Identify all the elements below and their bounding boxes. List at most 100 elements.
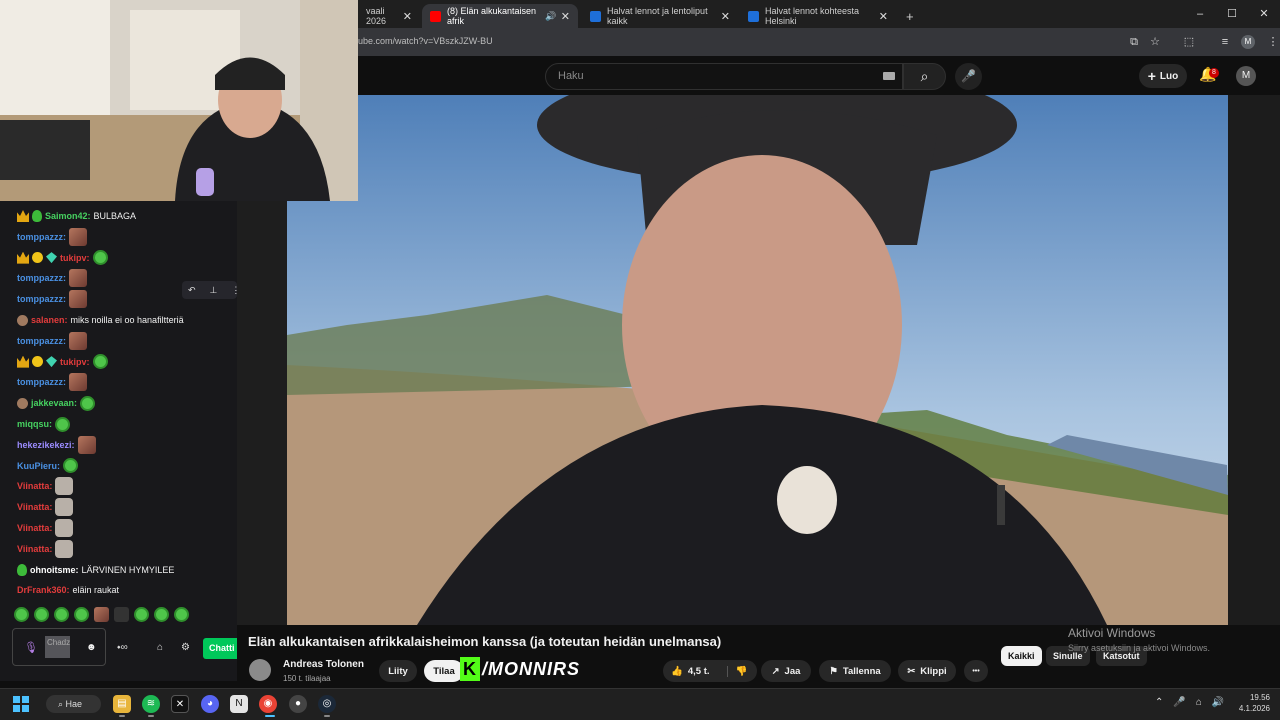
- thumbs-up-icon[interactable]: 👍: [671, 666, 683, 677]
- chat-input-field[interactable]: Chadz: [45, 636, 70, 658]
- pin-icon[interactable]: ⊥: [210, 281, 218, 299]
- running-indicator: [119, 715, 125, 717]
- webcam-overlay: [0, 0, 358, 201]
- media-app-icon[interactable]: ●: [289, 695, 307, 713]
- emote-icon[interactable]: [34, 607, 49, 622]
- chat-username[interactable]: tomppazzz:: [17, 336, 66, 346]
- new-tab-button[interactable]: +: [898, 4, 918, 28]
- more-icon[interactable]: ⋮: [231, 281, 240, 299]
- shop-icon[interactable]: ⌂: [157, 642, 163, 653]
- chat-username[interactable]: miqqsu:: [17, 419, 52, 429]
- subscribe-button[interactable]: Tilaa: [424, 660, 464, 682]
- emote-icon[interactable]: [174, 607, 189, 622]
- join-button[interactable]: Liity: [379, 660, 417, 682]
- points-icon[interactable]: ⬩∞: [117, 642, 128, 653]
- emote-icon[interactable]: [114, 607, 129, 622]
- chat-username[interactable]: Viinatta:: [17, 523, 52, 533]
- bookmark-star-icon[interactable]: ☆: [1147, 34, 1163, 50]
- install-app-icon[interactable]: ⧉: [1126, 34, 1142, 50]
- chat-username[interactable]: KuuPieru:: [17, 461, 60, 471]
- close-window-button[interactable]: ✕: [1248, 0, 1280, 28]
- speaker-icon[interactable]: 🔊: [545, 11, 556, 22]
- tab-close-icon[interactable]: ✕: [879, 10, 888, 23]
- discord-icon[interactable]: ◕: [201, 695, 219, 713]
- capcut-icon[interactable]: ✕: [171, 695, 189, 713]
- browser-menu-icon[interactable]: ⋮: [1265, 34, 1280, 50]
- like-count[interactable]: 4,5 t.: [688, 666, 710, 677]
- clip-button[interactable]: ✂ Klippi: [898, 660, 956, 682]
- chat-username[interactable]: tukipv:: [60, 253, 90, 263]
- search-input[interactable]: Haku: [545, 63, 903, 90]
- file-explorer-icon[interactable]: ▤: [113, 695, 131, 713]
- browser-profile-avatar[interactable]: M: [1241, 35, 1255, 49]
- windows-activation-subtitle: Siirry asetuksiin ja aktivoi Windows.: [1068, 643, 1211, 653]
- chat-message: salanen: miks noilla ei oo hanafiltteriä: [17, 312, 184, 328]
- chat-emote-icon: [69, 373, 87, 392]
- chat-username[interactable]: Viinatta:: [17, 544, 52, 554]
- emote-icon[interactable]: [74, 607, 89, 622]
- chat-username[interactable]: tomppazzz:: [17, 273, 66, 283]
- more-actions-button[interactable]: •••: [964, 660, 988, 682]
- chat-username[interactable]: jakkevaan:: [31, 398, 77, 408]
- windows-start-icon[interactable]: [13, 696, 29, 712]
- search-button[interactable]: ⌕: [903, 63, 946, 90]
- volume-icon[interactable]: 🔊: [1212, 697, 1224, 708]
- emoji-icon[interactable]: ☻: [86, 642, 97, 653]
- video-player[interactable]: [287, 95, 1228, 625]
- taskbar-search[interactable]: ⌕ Hae: [46, 695, 101, 713]
- stream-overlay-brand: K /MONNIRS: [460, 656, 580, 682]
- emote-icon[interactable]: [94, 607, 109, 622]
- voice-search-button[interactable]: 🎤: [955, 63, 982, 90]
- browser-tab[interactable]: Halvat lennot ja lentoliput kaikk ✕: [582, 4, 738, 28]
- chat-username[interactable]: tomppazzz:: [17, 377, 66, 387]
- reply-icon[interactable]: ↶: [188, 281, 196, 299]
- channel-avatar[interactable]: [249, 659, 271, 681]
- browser-tab-active[interactable]: (8) Elän alkukantaisen afrik 🔊 ✕: [422, 4, 578, 28]
- browser-tab[interactable]: vaali 2026 ✕: [358, 4, 420, 28]
- chat-username[interactable]: salanen:: [31, 315, 68, 325]
- emote-icon[interactable]: [134, 607, 149, 622]
- spotify-icon[interactable]: ≋: [142, 695, 160, 713]
- chat-username[interactable]: Viinatta:: [17, 502, 52, 512]
- chip-all[interactable]: Kaikki: [1001, 646, 1042, 666]
- steam-icon[interactable]: ◎: [318, 695, 336, 713]
- chat-username[interactable]: hekezikekezi:: [17, 440, 75, 450]
- tab-close-icon[interactable]: ✕: [721, 10, 730, 23]
- chat-send-button[interactable]: Chatti: [203, 638, 237, 659]
- emote-icon[interactable]: [154, 607, 169, 622]
- microphone-icon[interactable]: 🎙: [24, 641, 38, 654]
- url-field[interactable]: ube.com/watch?v=VBszkJZW-BU: [358, 36, 493, 46]
- chat-username[interactable]: tukipv:: [60, 357, 90, 367]
- chat-username[interactable]: tomppazzz:: [17, 232, 66, 242]
- maximize-button[interactable]: ☐: [1216, 0, 1248, 28]
- emote-icon[interactable]: [14, 607, 29, 622]
- extensions-icon[interactable]: ⬚: [1181, 34, 1197, 50]
- chat-username[interactable]: tomppazzz:: [17, 294, 66, 304]
- tab-close-icon[interactable]: ✕: [403, 10, 412, 23]
- channel-name[interactable]: Andreas Tolonen: [283, 659, 364, 670]
- chevron-up-icon[interactable]: ⌃: [1155, 697, 1163, 708]
- chat-username[interactable]: Viinatta:: [17, 481, 52, 491]
- reading-list-icon[interactable]: ≡: [1217, 34, 1233, 50]
- tab-close-icon[interactable]: ✕: [561, 10, 570, 23]
- chat-username[interactable]: DrFrank360:: [17, 585, 70, 595]
- network-icon[interactable]: ⌂: [1196, 697, 1202, 708]
- youtube-account-avatar[interactable]: M: [1236, 66, 1256, 86]
- chat-username[interactable]: ohnoitsme:: [30, 565, 79, 575]
- create-button[interactable]: + Luo: [1139, 64, 1187, 88]
- taskbar-search-label: Hae: [65, 699, 83, 709]
- emote-icon[interactable]: [54, 607, 69, 622]
- obs-icon[interactable]: N: [230, 695, 248, 713]
- share-button[interactable]: ↗ Jaa: [761, 660, 811, 682]
- chat-username[interactable]: Saimon42:: [45, 211, 91, 221]
- microphone-icon[interactable]: 🎤: [1173, 697, 1185, 708]
- taskbar-clock[interactable]: 19.56 4.1.2026: [1230, 692, 1270, 714]
- browser-tab[interactable]: Halvat lennot kohteesta Helsinki ✕: [740, 4, 896, 28]
- keyboard-icon[interactable]: [883, 72, 895, 80]
- chat-emote-icon: [69, 331, 87, 350]
- minimize-button[interactable]: –: [1184, 0, 1216, 28]
- save-button[interactable]: ⚑ Tallenna: [819, 660, 891, 682]
- chrome-icon[interactable]: ◉: [259, 695, 277, 713]
- settings-gear-icon[interactable]: ⚙: [181, 642, 190, 653]
- thumbs-down-icon[interactable]: 👎: [726, 665, 747, 677]
